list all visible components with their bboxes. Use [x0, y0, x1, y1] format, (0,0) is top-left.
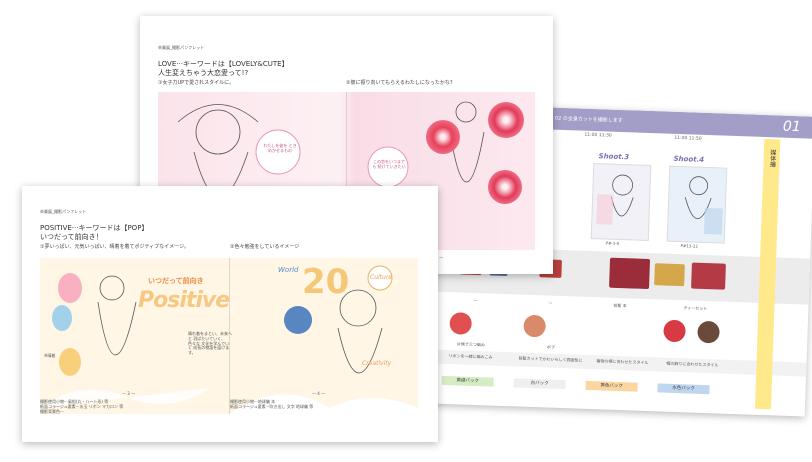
prop-photo [691, 262, 726, 290]
schedule-header-label: 02 の全身カットを撮影します [554, 115, 623, 125]
card-caption: P#-1-5 [605, 240, 620, 246]
schedule-page-number: 01 [782, 118, 802, 136]
speech-bubble: わたしを彼を ときめかせるもの [263, 143, 297, 153]
hair-label: ボブ [546, 344, 556, 350]
caption-left: ①夢いっぱい、元気いっぱい、晴着を着てポジティブなイメージ。 [40, 244, 189, 250]
media-shoot-label: 媒体撮 [768, 149, 776, 168]
header-tag: 卒業展_撮影パンフレット [158, 45, 205, 50]
hair-label: 片側で三つ編み [456, 341, 486, 348]
prop-photo [654, 263, 685, 287]
time-slot: 11:00 11:30 [584, 132, 612, 139]
caption-right: ②色々勉強をしているイメージ [230, 244, 300, 250]
rose-flower [488, 102, 524, 138]
side-note: ※晴着 [44, 353, 56, 358]
caption-left: ①女子力UPで愛されスタイルに。 [158, 80, 235, 86]
bag-badge: 黄緑バック [441, 375, 494, 387]
tag-word: World [278, 266, 299, 274]
big-number: 20 [302, 262, 350, 302]
note-line: 紙面コラージュ要素···吹き出し 文字 地球儀 等 [230, 403, 314, 409]
arc-text: いつだって前向き [148, 277, 204, 285]
card-caption: P#13-12 [680, 243, 699, 249]
spread-title: LOVE···キーワードは【LOVELY&CUTE】 人生変えちゃう大恋愛って!… [158, 60, 289, 78]
illustration-icon [596, 174, 634, 225]
title-line: 人生変えちゃう大恋愛って!? [158, 69, 249, 78]
positive-artwork: いつだって前向き Positive World 20 Culture Creat… [40, 258, 418, 414]
hair-photo [697, 320, 720, 344]
title-line: POSITIVE···キーワードは【POP】 [40, 224, 149, 232]
tag-word: Culture [370, 274, 392, 281]
title-line: いつだって前向き！ [40, 233, 103, 242]
speech-bubble: この恋をいつまでも 続けていきたい [372, 159, 406, 169]
note-line: 撮影背景色··· [40, 408, 64, 414]
prop-photo [609, 257, 651, 290]
bag-badge: 黄色バック [585, 380, 638, 392]
title-line: LOVE···キーワードは【LOVELY&CUTE】 [158, 60, 289, 68]
shoot-card-3 [590, 163, 652, 241]
shoot-label: Shoot.3 [598, 152, 630, 162]
shoot-card-4 [666, 165, 728, 244]
hair-photo [523, 314, 547, 338]
positive-spread-sheet: 卒業展_撮影パンフレット POSITIVE···キーワードは【POP】 いつだっ… [22, 186, 438, 442]
page-number: — 4 — [312, 391, 326, 396]
rose-flower [488, 170, 522, 204]
row-label: ー [473, 297, 478, 304]
hair-photo [449, 312, 473, 335]
caption-right: ②彼に振り向いてもらえるわたしになったかな? [346, 80, 453, 86]
row-label: ー [548, 300, 553, 306]
page-number: — 3 — [122, 391, 136, 396]
row-label: ティーセット [683, 305, 708, 312]
time-slot: 11:00 11:50 [674, 135, 702, 142]
notes-left: 撮影使用小物···風船(丸・ハート形) 等 紙面コラージュ要素···水玉 リボン… [40, 399, 123, 414]
tag-word: Creativity [362, 360, 392, 367]
small-caption: 晴れ着をまとい、未来へと 羽ばたいていく、色々な 文化を学んでいく 成長の物語を… [188, 331, 232, 356]
shoot-label: Shoot.4 [673, 154, 705, 164]
bag-badge: 水色バック [657, 383, 710, 395]
spread-title: POSITIVE···キーワードは【POP】 いつだって前向き！ [40, 224, 148, 242]
notes-right: 撮影使用小物···地球儀 本 紙面コラージュ要素···吹き出し 文字 地球儀 等 [230, 399, 314, 410]
rose-flower [426, 120, 460, 154]
header-tag: 卒業展_撮影パンフレット [40, 209, 87, 214]
bag-badge: 白バック [513, 378, 566, 390]
illustration-icon [684, 176, 723, 235]
row-label: 前髪 本 [613, 302, 627, 309]
hair-photo [663, 319, 686, 343]
positive-word: Positive [138, 288, 230, 313]
